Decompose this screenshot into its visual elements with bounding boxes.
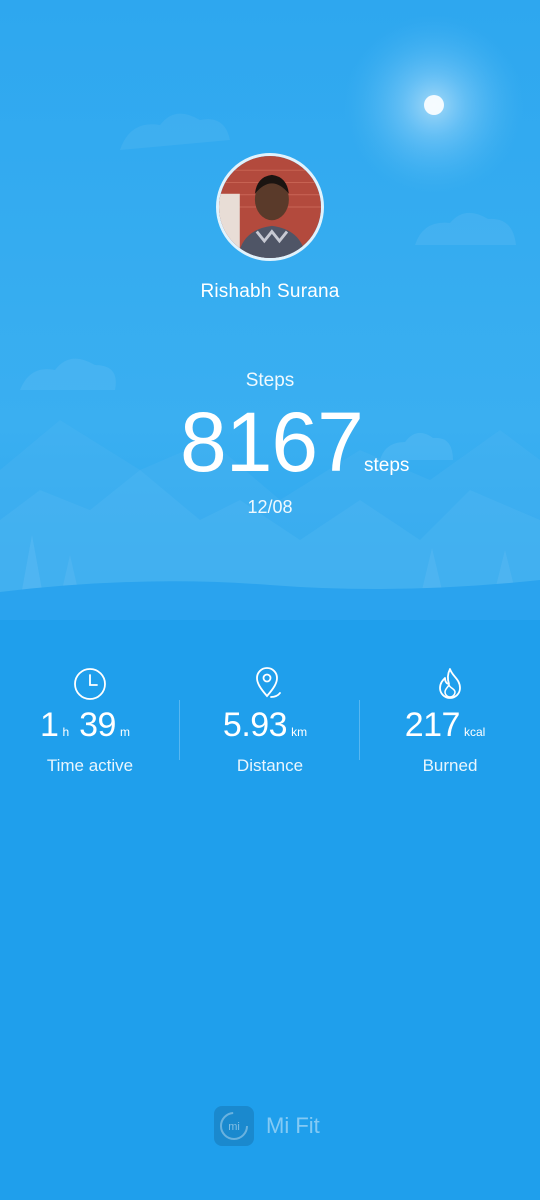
brand-name: Mi Fit: [266, 1113, 320, 1138]
sun-icon: [424, 95, 444, 115]
stat-time-active[interactable]: 1 h 39 m Time active: [0, 660, 180, 790]
stat-value-hours: 1: [40, 706, 59, 744]
cloud-shape: [120, 113, 230, 150]
stat-value-distance: 5.93: [222, 706, 288, 744]
location-pin-icon: [256, 667, 281, 698]
brand-logo-text: mi: [228, 1121, 240, 1133]
profile-avatar[interactable]: [216, 153, 324, 261]
stat-burned[interactable]: 217 kcal Burned: [360, 660, 540, 790]
stat-value: 217 kcal: [360, 706, 540, 745]
user-name: Rishabh Surana: [200, 281, 340, 302]
steps-count[interactable]: 8167: [180, 392, 364, 492]
clock-icon: [74, 668, 106, 700]
steps-caption: Steps: [245, 370, 295, 391]
steps-unit: steps: [364, 455, 410, 476]
cloud-shape: [415, 212, 516, 245]
stat-value: 1 h 39 m: [0, 706, 180, 745]
stat-distance[interactable]: 5.93 km Distance: [180, 660, 360, 790]
stat-value-calories: 217: [404, 706, 461, 744]
mi-fit-logo-icon: mi: [214, 1106, 254, 1146]
steps-date: 12/08: [247, 497, 293, 517]
stat-unit-distance: km: [291, 725, 308, 739]
activity-stats: 1 h 39 m Time active 5.93 km Distance 217: [0, 660, 540, 790]
brand-footer: mi Mi Fit: [214, 1106, 344, 1146]
mi-fit-status-screen: Rishabh Surana Steps 8167 steps 12/08 1h…: [0, 0, 540, 1200]
stat-label: Time active: [46, 756, 134, 775]
flame-icon: [439, 668, 461, 699]
stat-label: Distance: [236, 756, 304, 775]
stat-value: 5.93 km: [180, 706, 360, 745]
stat-label: Burned: [422, 756, 478, 775]
stat-unit-minutes: m: [119, 725, 130, 739]
stat-unit-calories: kcal: [463, 725, 486, 739]
landscape-illustration: [0, 15, 540, 620]
stat-unit-hours: h: [62, 725, 70, 739]
avatar-photo: [219, 156, 321, 258]
stat-value-minutes: 39: [79, 706, 116, 744]
